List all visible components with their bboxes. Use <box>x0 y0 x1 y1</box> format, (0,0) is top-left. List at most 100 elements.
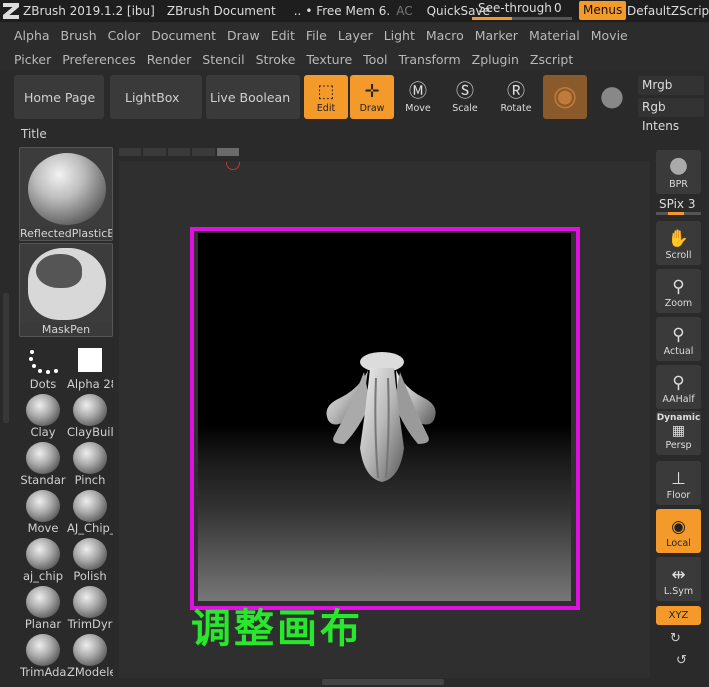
zoom-button[interactable]: ⚲ Zoom <box>656 269 701 313</box>
brush-label: Move <box>27 521 59 535</box>
menu-zplugin[interactable]: Zplugin <box>472 52 519 67</box>
brush-button[interactable]: Pinch <box>67 440 113 487</box>
see-through-value: 0 <box>554 1 562 15</box>
see-through-fill <box>472 17 512 20</box>
persp-button[interactable]: Dynamic ▦ Persp <box>656 411 701 455</box>
home-page-button[interactable]: Home Page <box>14 75 104 119</box>
brush-label: AJ_Chip_ <box>67 521 113 535</box>
menu-brush[interactable]: Brush <box>61 28 97 43</box>
brush-label: TrimDyr <box>67 617 113 631</box>
menu-light[interactable]: Light <box>384 28 415 43</box>
rotate-button[interactable]: Ⓡ Rotate <box>494 75 538 119</box>
highlight-frame <box>190 227 580 610</box>
spix-text: SPix <box>659 197 685 211</box>
xyz-button[interactable]: XYZ <box>656 606 701 625</box>
brush-button[interactable]: Move <box>20 488 66 535</box>
menu-stroke[interactable]: Stroke <box>256 52 296 67</box>
dots-stroke-button[interactable]: Dots <box>20 344 66 391</box>
live-boolean-button[interactable]: Live Boolean <box>206 75 300 119</box>
rotate-z-icon[interactable]: ↺ <box>676 653 687 668</box>
lsym-label: L.Sym <box>663 586 694 597</box>
actual-button[interactable]: ⚲ Actual <box>656 317 701 361</box>
left-shelf-handle[interactable] <box>3 293 9 423</box>
mrgb-button[interactable]: Mrgb <box>638 76 704 95</box>
canvas-tab <box>216 148 240 156</box>
menu-stencil[interactable]: Stencil <box>202 52 244 67</box>
menu-transform[interactable]: Transform <box>398 52 460 67</box>
brush-button[interactable]: TrimAda <box>20 632 66 679</box>
color-swatch-button[interactable]: ● <box>590 75 634 119</box>
lightbox-button[interactable]: LightBox <box>110 75 202 119</box>
brush-icon <box>73 394 107 426</box>
brush-icon <box>26 538 60 570</box>
rotate-y-icon[interactable]: ↻ <box>670 631 681 646</box>
menu-marker[interactable]: Marker <box>475 28 518 43</box>
edit-icon: ⬚ <box>317 81 335 102</box>
scale-button[interactable]: Ⓢ Scale <box>443 75 487 119</box>
material-slot[interactable]: ReflectedPlasticE <box>19 147 113 241</box>
local-button[interactable]: ◉ Local <box>656 509 701 553</box>
default-zscript-button[interactable]: DefaultZScript <box>627 0 709 22</box>
menu-macro[interactable]: Macro <box>426 28 464 43</box>
menu-zscript[interactable]: Zscript <box>530 52 573 67</box>
see-through-slider[interactable]: See-through 0 <box>472 1 572 20</box>
floor-button[interactable]: ⊥ Floor <box>656 461 701 505</box>
move-button[interactable]: Ⓜ Move <box>396 75 440 119</box>
brush-button[interactable]: Planar <box>20 584 66 631</box>
spix-value: 3 <box>687 197 696 211</box>
actual-label: Actual <box>663 346 694 357</box>
menu-document[interactable]: Document <box>151 28 216 43</box>
stroke-slot[interactable]: MaskPen <box>19 243 113 337</box>
edit-button[interactable]: ⬚ Edit <box>304 75 348 119</box>
brush-button[interactable]: Clay <box>20 392 66 439</box>
lsym-button[interactable]: ⇹ L.Sym <box>656 557 701 601</box>
menu-texture[interactable]: Texture <box>306 52 352 67</box>
spix-slider[interactable] <box>656 212 701 215</box>
menu-file[interactable]: File <box>306 28 327 43</box>
spix-label: SPix 3 <box>659 197 696 211</box>
brush-button[interactable]: AJ_Chip_ <box>67 488 113 535</box>
menu-picker[interactable]: Picker <box>14 52 51 67</box>
canvas-tabs <box>119 148 240 156</box>
actual-icon: ⚲ <box>672 325 685 345</box>
bpr-label: BPR <box>669 179 688 190</box>
menu-color[interactable]: Color <box>108 28 141 43</box>
brush-button[interactable]: TrimDyr <box>67 584 113 631</box>
aahalf-button[interactable]: ⚲ AAHalf <box>656 365 701 409</box>
brush-button[interactable]: Standar <box>20 440 66 487</box>
see-through-track[interactable] <box>472 17 572 20</box>
free-mem: • Free Mem 6. <box>305 4 391 18</box>
menu-draw[interactable]: Draw <box>227 28 260 43</box>
brush-button[interactable]: aj_chip <box>20 536 66 583</box>
brush-button[interactable]: ClayBuil <box>67 392 113 439</box>
brush-label: Standar <box>20 473 66 487</box>
maskpen-preview-icon <box>28 248 106 320</box>
viewport-bottom-handle[interactable] <box>322 679 444 685</box>
menu-material[interactable]: Material <box>529 28 580 43</box>
menu-preferences[interactable]: Preferences <box>62 52 136 67</box>
material-sphere-button[interactable]: ◉ <box>543 75 587 119</box>
scroll-button[interactable]: ✋ Scroll <box>656 221 701 265</box>
rgb-intensity-slider[interactable]: Rgb Intens <box>638 98 704 133</box>
zoom-label: Zoom <box>664 298 693 309</box>
menu-movie[interactable]: Movie <box>591 28 628 43</box>
dynamic-label: Dynamic <box>656 413 701 423</box>
menu-alpha[interactable]: Alpha <box>14 28 50 43</box>
menu-edit[interactable]: Edit <box>271 28 295 43</box>
title-label: Title <box>21 127 47 141</box>
menu-render[interactable]: Render <box>147 52 192 67</box>
dots-icon <box>26 348 60 374</box>
menu-bar-row-1: Alpha Brush Color Document Draw Edit File Layer… <box>0 23 709 47</box>
brush-icon <box>73 586 107 618</box>
canvas-tab <box>143 148 166 156</box>
alpha-button[interactable]: Alpha 28 <box>67 344 113 391</box>
brush-icon <box>73 634 107 666</box>
bpr-button[interactable]: ● BPR <box>656 150 701 194</box>
menu-layer[interactable]: Layer <box>338 28 373 43</box>
draw-button[interactable]: ✛ Draw <box>350 75 394 119</box>
brush-icon <box>26 634 60 666</box>
brush-button[interactable]: Polish <box>67 536 113 583</box>
menus-button[interactable]: Menus <box>579 1 627 20</box>
brush-button[interactable]: ZModele <box>67 632 113 679</box>
menu-tool[interactable]: Tool <box>363 52 387 67</box>
